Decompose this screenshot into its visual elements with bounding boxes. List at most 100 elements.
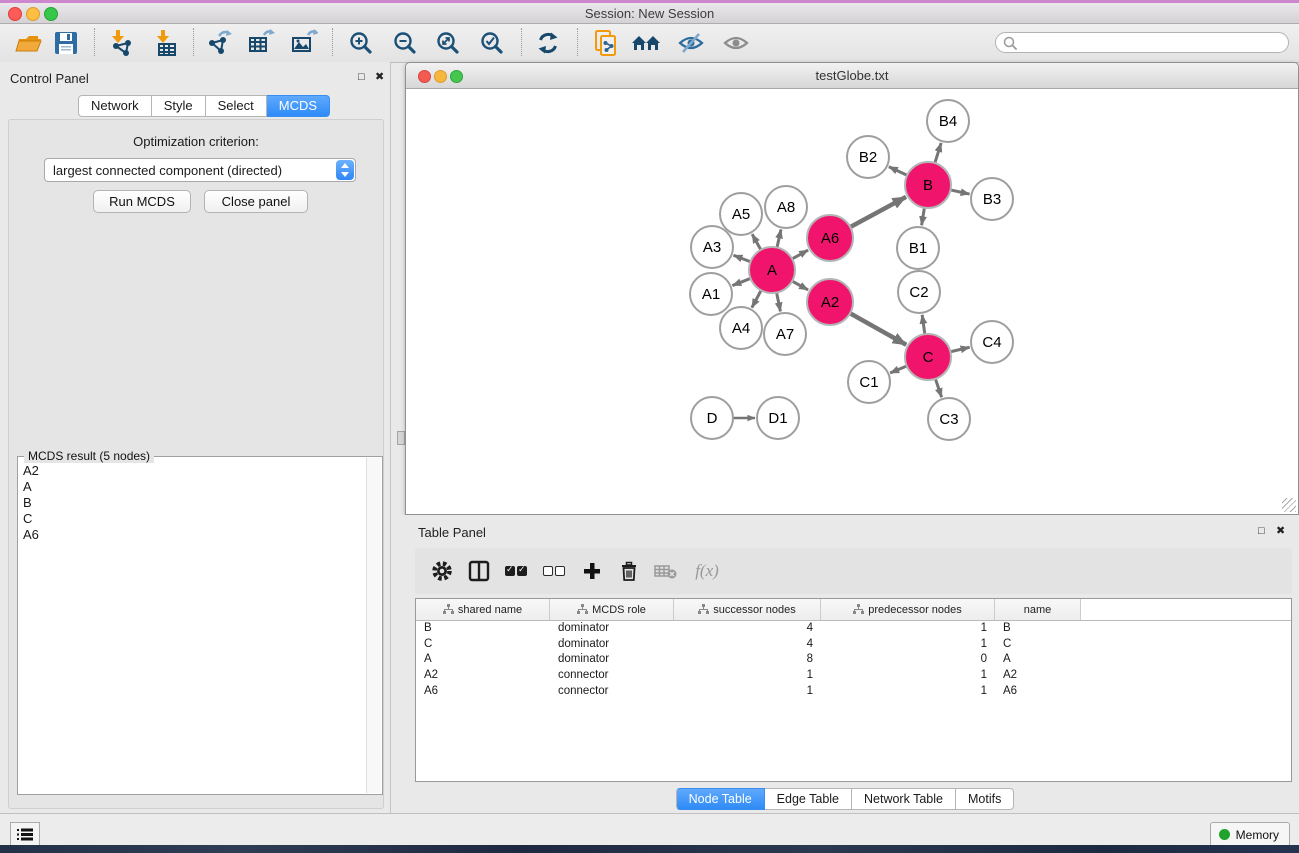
column-settings-button[interactable]	[427, 556, 457, 586]
zoom-selected-button[interactable]	[475, 26, 509, 60]
cell-MCDS-role[interactable]: dominator	[550, 621, 674, 637]
cell-predecessor-nodes[interactable]: 1	[821, 684, 995, 700]
node-B[interactable]: B	[905, 162, 951, 208]
table-row[interactable]: A2connector11A2	[416, 668, 1291, 684]
search-box[interactable]	[995, 32, 1289, 53]
node-A5[interactable]: A5	[720, 193, 762, 235]
result-item[interactable]: A2	[20, 463, 365, 479]
show-all-button[interactable]	[719, 26, 753, 60]
node-B4[interactable]: B4	[927, 100, 969, 142]
save-session-button[interactable]	[49, 26, 83, 60]
create-column-button[interactable]	[577, 556, 607, 586]
tab-mcds[interactable]: MCDS	[267, 95, 330, 117]
cell-MCDS-role[interactable]: connector	[550, 684, 674, 700]
node-A8[interactable]: A8	[765, 186, 807, 228]
task-history-button[interactable]	[10, 822, 40, 847]
cell-MCDS-role[interactable]: dominator	[550, 652, 674, 668]
column-header-successor-nodes[interactable]: successor nodes	[674, 599, 821, 620]
cell-successor-nodes[interactable]: 4	[674, 621, 821, 637]
export-network-button[interactable]	[202, 26, 236, 60]
cell-shared-name[interactable]: C	[416, 637, 550, 653]
window-resize-grip[interactable]	[1282, 498, 1296, 512]
tab-motifs[interactable]: Motifs	[956, 788, 1014, 810]
cell-successor-nodes[interactable]: 1	[674, 684, 821, 700]
delete-column-button[interactable]	[614, 556, 644, 586]
tab-edge-table[interactable]: Edge Table	[765, 788, 852, 810]
node-A4[interactable]: A4	[720, 307, 762, 349]
table-row[interactable]: A6connector11A6	[416, 684, 1291, 700]
export-table-button[interactable]	[244, 26, 278, 60]
function-builder-button[interactable]: f(x)	[687, 556, 727, 586]
result-item[interactable]: A	[20, 479, 365, 495]
result-item[interactable]: C	[20, 511, 365, 527]
table-row[interactable]: Bdominator41B	[416, 621, 1291, 637]
memory-button[interactable]: Memory	[1210, 822, 1290, 847]
node-A6[interactable]: A6	[807, 215, 853, 261]
node-C[interactable]: C	[905, 334, 951, 380]
result-item[interactable]: B	[20, 495, 365, 511]
cell-shared-name[interactable]: B	[416, 621, 550, 637]
cell-successor-nodes[interactable]: 8	[674, 652, 821, 668]
search-input[interactable]	[1021, 35, 1288, 51]
cell-name[interactable]: A2	[995, 668, 1081, 684]
node-C2[interactable]: C2	[898, 271, 940, 313]
column-header-MCDS-role[interactable]: MCDS role	[550, 599, 674, 620]
show-columns-button[interactable]	[464, 556, 494, 586]
zoom-fit-button[interactable]	[431, 26, 465, 60]
tab-node-table[interactable]: Node Table	[676, 788, 765, 810]
cell-successor-nodes[interactable]: 4	[674, 637, 821, 653]
node-C4[interactable]: C4	[971, 321, 1013, 363]
cell-predecessor-nodes[interactable]: 1	[821, 668, 995, 684]
cell-name[interactable]: B	[995, 621, 1081, 637]
column-header-name[interactable]: name	[995, 599, 1081, 620]
open-session-button[interactable]	[11, 26, 45, 60]
cell-name[interactable]: A	[995, 652, 1081, 668]
node-B3[interactable]: B3	[971, 178, 1013, 220]
criterion-select[interactable]: largest connected component (directed)	[44, 158, 356, 182]
float-panel-icon[interactable]: □	[358, 71, 365, 83]
tab-network-table[interactable]: Network Table	[852, 788, 956, 810]
deselect-all-button[interactable]	[539, 556, 569, 586]
close-panel-button[interactable]: Close panel	[204, 190, 308, 213]
clone-network-button[interactable]	[589, 26, 623, 60]
tab-select[interactable]: Select	[206, 95, 267, 117]
result-item[interactable]: A6	[20, 527, 365, 543]
result-scrollbar[interactable]	[366, 458, 381, 793]
export-image-button[interactable]	[287, 26, 321, 60]
cell-MCDS-role[interactable]: connector	[550, 668, 674, 684]
cell-shared-name[interactable]: A6	[416, 684, 550, 700]
tab-style[interactable]: Style	[152, 95, 206, 117]
vertical-divider-handle[interactable]	[397, 431, 405, 445]
cell-shared-name[interactable]: A2	[416, 668, 550, 684]
cell-name[interactable]: A6	[995, 684, 1081, 700]
network-graph[interactable]: B4B2BB3A8A5A6A3B1AC2A1A2A4A7C4CC1C3DD1	[406, 89, 1298, 514]
node-A[interactable]: A	[749, 247, 795, 293]
node-A1[interactable]: A1	[690, 273, 732, 315]
cell-predecessor-nodes[interactable]: 1	[821, 621, 995, 637]
cell-successor-nodes[interactable]: 1	[674, 668, 821, 684]
zoom-in-button[interactable]	[344, 26, 378, 60]
delete-table-button[interactable]	[651, 556, 681, 586]
home-button[interactable]	[630, 26, 664, 60]
table-row[interactable]: Adominator80A	[416, 652, 1291, 668]
node-C3[interactable]: C3	[928, 398, 970, 440]
float-panel-icon[interactable]: □	[1258, 525, 1265, 537]
network-canvas[interactable]: B4B2BB3A8A5A6A3B1AC2A1A2A4A7C4CC1C3DD1	[406, 89, 1298, 514]
refresh-button[interactable]	[531, 26, 565, 60]
network-window-titlebar[interactable]: testGlobe.txt	[406, 63, 1298, 89]
cell-predecessor-nodes[interactable]: 0	[821, 652, 995, 668]
column-header-shared-name[interactable]: shared name	[416, 599, 550, 620]
node-B1[interactable]: B1	[897, 227, 939, 269]
node-B2[interactable]: B2	[847, 136, 889, 178]
column-header-predecessor-nodes[interactable]: predecessor nodes	[821, 599, 995, 620]
import-table-button[interactable]	[149, 26, 183, 60]
cell-name[interactable]: C	[995, 637, 1081, 653]
tab-network[interactable]: Network	[78, 95, 152, 117]
cell-predecessor-nodes[interactable]: 1	[821, 637, 995, 653]
select-all-button[interactable]	[501, 556, 531, 586]
close-panel-icon[interactable]: ✖	[375, 71, 384, 83]
node-D1[interactable]: D1	[757, 397, 799, 439]
node-A7[interactable]: A7	[764, 313, 806, 355]
node-C1[interactable]: C1	[848, 361, 890, 403]
import-network-button[interactable]	[104, 26, 138, 60]
